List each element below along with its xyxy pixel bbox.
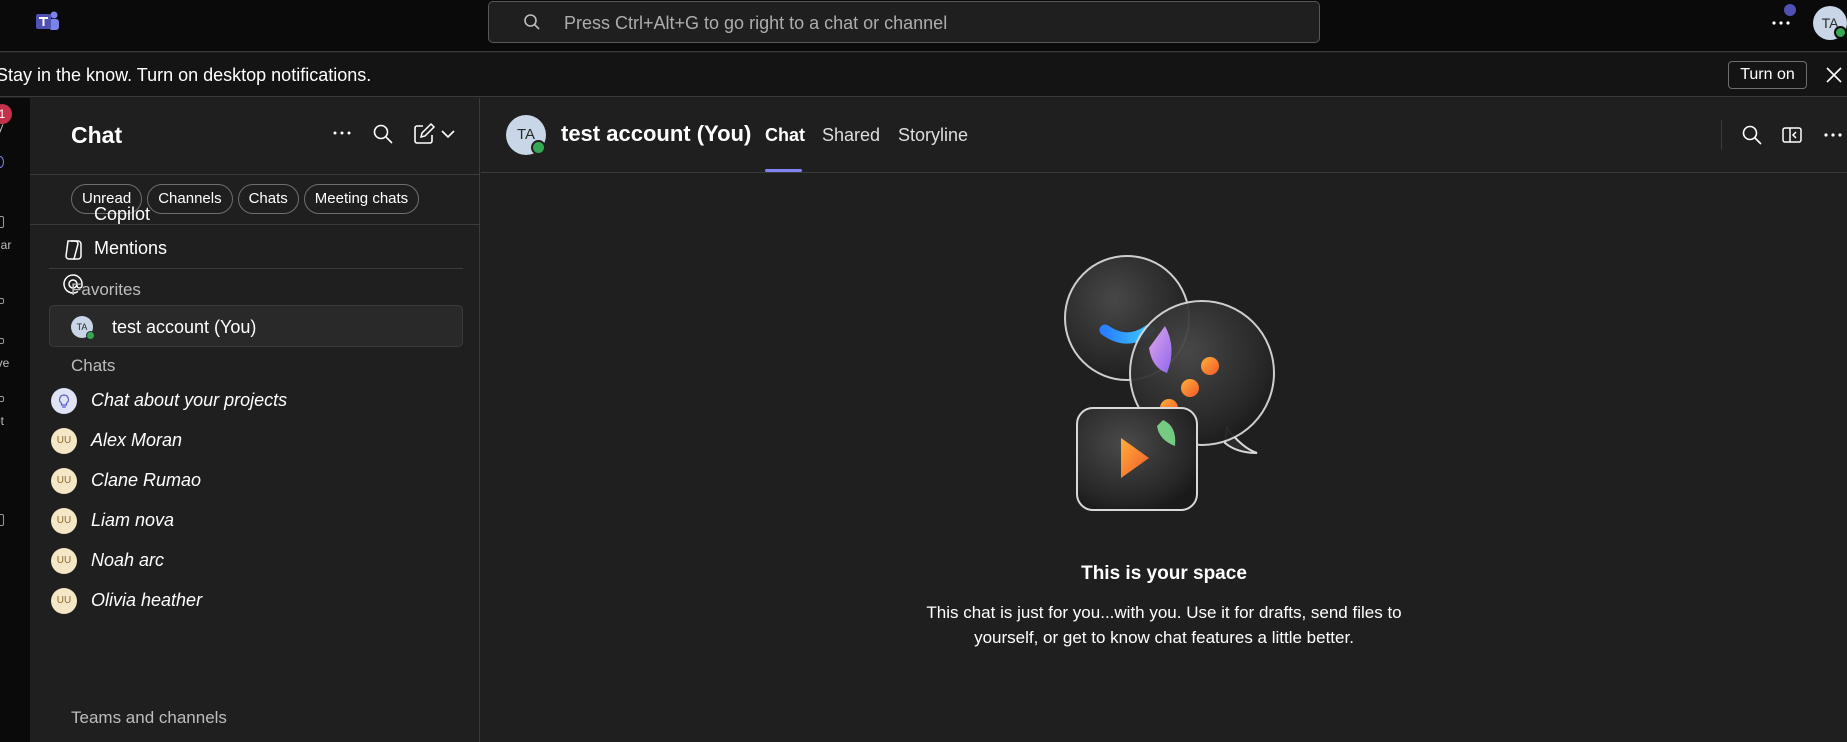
tab-chat[interactable]: Chat bbox=[765, 125, 805, 146]
chat-name: Olivia heather bbox=[91, 590, 203, 610]
chat-space-illustration bbox=[1064, 255, 1275, 511]
search-icon bbox=[524, 14, 540, 30]
notification-banner: Stay in the know. Turn on desktop notifi… bbox=[0, 53, 1847, 97]
favorite-chat-label: test account (You) bbox=[112, 317, 257, 337]
chevron-down-icon[interactable] bbox=[440, 128, 456, 140]
favorite-chat-item[interactable]: TA test account (You) bbox=[49, 305, 463, 347]
chat-list-item[interactable]: UU Clane Rumao bbox=[49, 463, 463, 499]
search-icon[interactable] bbox=[1741, 124, 1763, 146]
rail-label-copilot[interactable]: ot bbox=[0, 414, 4, 428]
presence-available-icon bbox=[86, 331, 95, 340]
avatar: UU bbox=[51, 468, 77, 494]
chat-rail-icon[interactable] bbox=[0, 156, 4, 168]
pop-out-chat-icon[interactable] bbox=[1781, 124, 1803, 146]
teams-and-channels-header[interactable]: Teams and channels bbox=[71, 708, 227, 728]
teams-logo-icon[interactable] bbox=[34, 10, 60, 32]
presence-available-icon bbox=[531, 140, 546, 155]
tab-shared[interactable]: Shared bbox=[822, 125, 880, 146]
app-rail: 1 ty dar ive ot s bbox=[0, 98, 30, 742]
copilot-item[interactable]: Copilot bbox=[94, 204, 150, 225]
turn-on-notifications-button[interactable]: Turn on bbox=[1728, 61, 1807, 89]
copilot-rail-icon[interactable] bbox=[0, 396, 4, 402]
copilot-icon bbox=[65, 240, 82, 260]
new-chat-icon[interactable] bbox=[412, 122, 436, 146]
favorites-header[interactable]: Favorites bbox=[71, 280, 141, 300]
empty-state-title: This is your space bbox=[1081, 563, 1247, 584]
global-search-bar[interactable]: Press Ctrl+Alt+G to go right to a chat o… bbox=[488, 1, 1320, 43]
mentions-item[interactable]: Mentions bbox=[94, 238, 167, 259]
notification-text: Stay in the know. Turn on desktop notifi… bbox=[0, 65, 372, 85]
chats-header[interactable]: Chats bbox=[71, 356, 115, 376]
calendar-rail-icon[interactable] bbox=[0, 216, 4, 228]
filter-chats[interactable]: Chats bbox=[237, 184, 299, 214]
avatar: UU bbox=[51, 508, 77, 534]
apps-rail-icon[interactable] bbox=[0, 298, 4, 304]
chat-list-item[interactable]: Chat about your projects bbox=[49, 383, 463, 419]
divider bbox=[1721, 120, 1722, 150]
chat-list-item[interactable]: UU Olivia heather bbox=[49, 583, 463, 619]
chat-name: Alex Moran bbox=[91, 430, 183, 450]
chat-list-item[interactable]: UU Liam nova bbox=[49, 503, 463, 539]
avatar: UU bbox=[51, 428, 77, 454]
filter-meeting-chats[interactable]: Meeting chats bbox=[303, 184, 420, 214]
avatar: UU bbox=[51, 588, 77, 614]
notification-dot bbox=[1784, 4, 1796, 16]
more-options-icon[interactable] bbox=[332, 128, 352, 138]
avatar: UU bbox=[51, 548, 77, 574]
pane-title: Chat bbox=[71, 122, 123, 148]
divider bbox=[49, 268, 463, 269]
empty-state-description: This chat is just for you...with you. Us… bbox=[926, 603, 1402, 647]
rail-label-calendar[interactable]: dar bbox=[0, 238, 11, 252]
chat-name: Noah arc bbox=[91, 550, 165, 570]
chat-name: Liam nova bbox=[91, 510, 175, 530]
chat-name: Chat about your projects bbox=[91, 390, 288, 410]
search-icon[interactable] bbox=[372, 123, 394, 145]
close-icon[interactable] bbox=[1823, 64, 1845, 86]
onedrive-rail-icon[interactable] bbox=[0, 338, 4, 344]
chat-name: Clane Rumao bbox=[91, 470, 202, 490]
filter-channels[interactable]: Channels bbox=[147, 184, 233, 214]
presence-available-icon bbox=[1834, 26, 1847, 39]
chat-list-item[interactable]: UU Noah arc bbox=[49, 543, 463, 579]
divider bbox=[30, 174, 479, 175]
chat-list-pane: Chat Unread Channels Chats Meeting chats… bbox=[30, 98, 480, 742]
search-placeholder: Press Ctrl+Alt+G to go right to a chat o… bbox=[564, 13, 948, 33]
title-bar: Press Ctrl+Alt+G to go right to a chat o… bbox=[0, 0, 1847, 52]
tab-storyline[interactable]: Storyline bbox=[898, 125, 968, 146]
chat-main: TA test account (You) Chat Shared Storyl… bbox=[481, 98, 1847, 742]
chat-title: test account (You) bbox=[561, 121, 752, 146]
rail-label-activity[interactable]: ty bbox=[0, 120, 3, 134]
chat-list-item[interactable]: UU Alex Moran bbox=[49, 423, 463, 459]
rail-label-onedrive[interactable]: ive bbox=[0, 356, 9, 370]
more-options-icon[interactable] bbox=[1822, 124, 1844, 146]
apps-more-rail-icon[interactable] bbox=[0, 514, 4, 526]
divider bbox=[481, 172, 1847, 173]
lightbulb-icon bbox=[51, 388, 77, 414]
